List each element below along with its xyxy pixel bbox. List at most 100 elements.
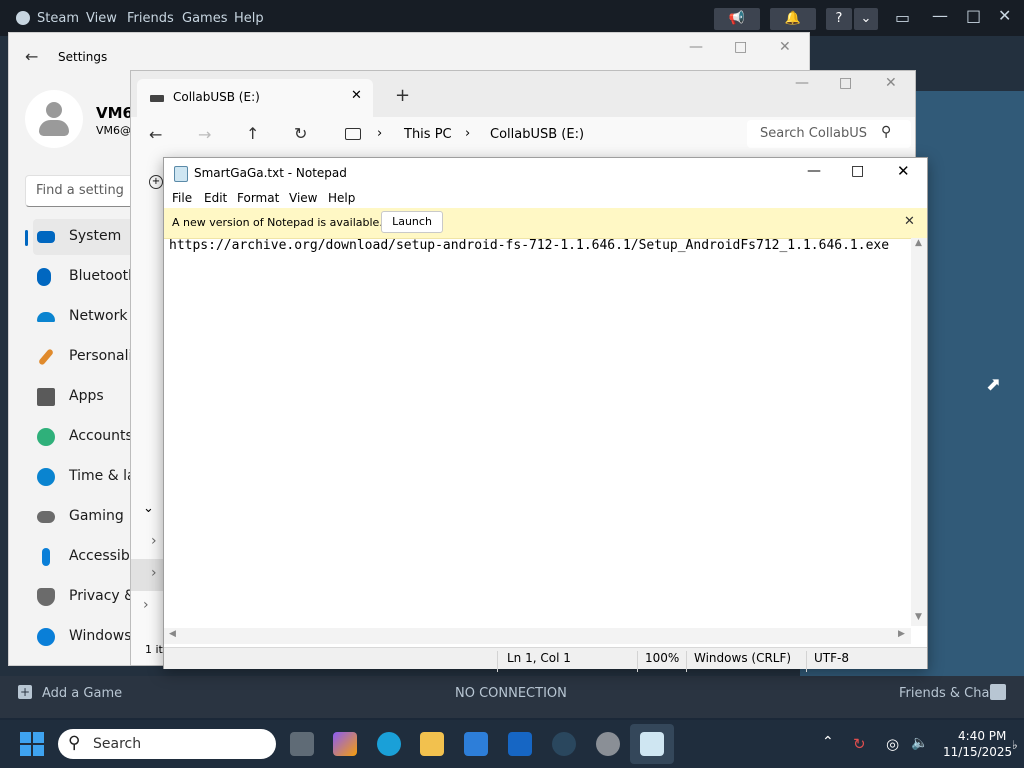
settings-nav-apps[interactable]: Apps [33,379,145,415]
search-icon: ⚲ [881,124,892,140]
steam-menu-friends[interactable]: Friends [127,11,174,26]
windows-logo-part [20,745,31,756]
new-tab-button[interactable]: + [395,85,410,106]
clock-time[interactable]: 4:40 PM [958,729,1006,743]
chevron-down-icon[interactable]: ⌄ [143,501,154,516]
update-banner-text: A new version of Notepad is available. [172,216,383,229]
explorer-search-input[interactable]: Search CollabUS ⚲ [747,120,911,148]
back-arrow-icon[interactable]: ← [25,47,38,66]
steam-taskbar-icon[interactable] [552,732,576,756]
scroll-left-icon[interactable]: ◀ [169,629,176,639]
notifications-button[interactable]: 🔔 [770,8,816,30]
task-view-icon[interactable] [290,732,314,756]
notepad-minimize-button[interactable]: — [807,163,821,179]
breadcrumb-this-pc[interactable]: This PC [404,127,452,142]
settings-nav-accounts[interactable]: Accounts [33,419,145,455]
connection-status: NO CONNECTION [455,686,567,701]
menu-format[interactable]: Format [237,191,279,205]
menu-view[interactable]: View [289,191,317,205]
help-button[interactable]: ? [826,8,852,30]
friends-chat-button[interactable]: Friends & Chat [899,686,995,701]
taskbar-search-label: Search [93,736,142,752]
selected-indicator [25,230,28,246]
network-globe-icon[interactable]: ◎ [886,735,899,753]
settings-nav-accessibility[interactable]: Accessibili [33,539,145,575]
scroll-right-icon[interactable]: ▶ [898,629,905,639]
back-icon[interactable]: ← [149,125,162,144]
add-circle-icon[interactable]: + [149,175,163,189]
settings-nav-windows-update[interactable]: Windows [33,619,145,655]
notepad-maximize-button[interactable]: □ [851,163,864,179]
menu-help[interactable]: Help [328,191,355,205]
refresh-icon[interactable]: ↻ [294,124,307,143]
steam-menu-games[interactable]: Games [182,11,227,26]
explorer-maximize-button[interactable]: □ [839,75,852,91]
copilot-icon[interactable] [333,732,357,756]
steam-minimize-button[interactable]: — [932,6,948,25]
file-explorer-icon[interactable] [420,732,444,756]
announcements-button[interactable]: 📢 [714,8,760,30]
edge-browser-icon[interactable] [377,732,401,756]
notepad-close-button[interactable]: ✕ [897,162,910,180]
windows-logo-icon [20,732,31,743]
menu-edit[interactable]: Edit [204,191,227,205]
big-picture-icon[interactable]: ▭ [895,8,910,27]
settings-nav-gaming[interactable]: Gaming [33,499,145,535]
notepad-window: SmartGaGa.txt - Notepad — □ ✕ File Edit … [163,157,928,672]
microsoft-store-icon[interactable] [464,732,488,756]
clock-date[interactable]: 11/15/2025 [943,745,1012,759]
settings-nav-time-language[interactable]: Time & la [33,459,145,495]
chevron-up-icon[interactable]: ⌃ [822,734,834,750]
account-dropdown[interactable]: ⌄ [854,8,878,30]
scroll-up-icon[interactable]: ▲ [915,238,922,248]
mouse-cursor-icon: ⬈ [986,374,1002,395]
speaker-muted-icon[interactable]: 🔈 [911,735,928,751]
taskbar-search-box[interactable]: ⚲ Search [58,729,276,759]
steam-menu-help[interactable]: Help [234,11,264,26]
outlook-icon[interactable] [508,732,532,756]
horizontal-scrollbar[interactable]: ◀ ▶ [164,628,911,644]
banner-close-icon[interactable]: ✕ [904,214,915,229]
nav-selected-row[interactable] [131,559,163,591]
tab-close-icon[interactable]: ✕ [351,88,362,103]
chevron-right-icon[interactable]: › [143,597,149,613]
notepad-taskbar-icon[interactable] [640,732,664,756]
explorer-close-button[interactable]: ✕ [885,75,897,91]
status-position: Ln 1, Col 1 [507,651,571,665]
breadcrumb-drive[interactable]: CollabUSB (E:) [490,127,584,142]
settings-nav-privacy[interactable]: Privacy & [33,579,145,615]
sync-icon[interactable]: ↻ [853,735,866,753]
settings-close-button[interactable]: ✕ [779,39,791,55]
steam-menu-view[interactable]: View [86,11,117,26]
steam-maximize-button[interactable]: □ [966,6,981,25]
steam-close-button[interactable]: ✕ [998,6,1011,25]
forward-icon[interactable]: → [198,125,211,144]
start-button[interactable] [20,732,44,756]
chevron-right-icon[interactable]: › [151,533,157,549]
settings-nav-system[interactable]: System [33,219,145,255]
settings-nav-bluetooth[interactable]: Bluetooth [33,259,145,295]
notification-bell-icon[interactable]: ♭ [1012,738,1018,752]
status-zoom: 100% [645,651,680,665]
add-game-button[interactable]: Add a Game [42,686,122,701]
notepad-text-content[interactable]: https://archive.org/download/setup-andro… [169,238,889,253]
wifi-icon [37,312,55,322]
chevron-right-icon[interactable]: › [151,565,157,581]
explorer-tab[interactable]: CollabUSB (E:) ✕ [137,79,373,117]
steam-menu-steam[interactable]: Steam [37,11,79,26]
settings-nav-network[interactable]: Network & [33,299,145,335]
settings-search-input[interactable]: Find a setting [25,175,147,207]
settings-minimize-button[interactable]: — [689,39,703,55]
scroll-down-icon[interactable]: ▼ [915,612,922,622]
settings-gear-icon[interactable] [596,732,620,756]
menu-file[interactable]: File [172,191,192,205]
up-icon[interactable]: ↑ [246,124,259,143]
settings-nav-personalization[interactable]: Personaliz [33,339,145,375]
friends-icon [990,684,1006,700]
explorer-nav-pane: + ⌄ › › › [131,155,165,655]
launch-button[interactable]: Launch [381,211,443,233]
status-divider [497,651,498,672]
explorer-minimize-button[interactable]: — [795,75,809,91]
settings-maximize-button[interactable]: □ [734,39,747,55]
vertical-scrollbar[interactable]: ▲ ▼ [911,238,927,626]
